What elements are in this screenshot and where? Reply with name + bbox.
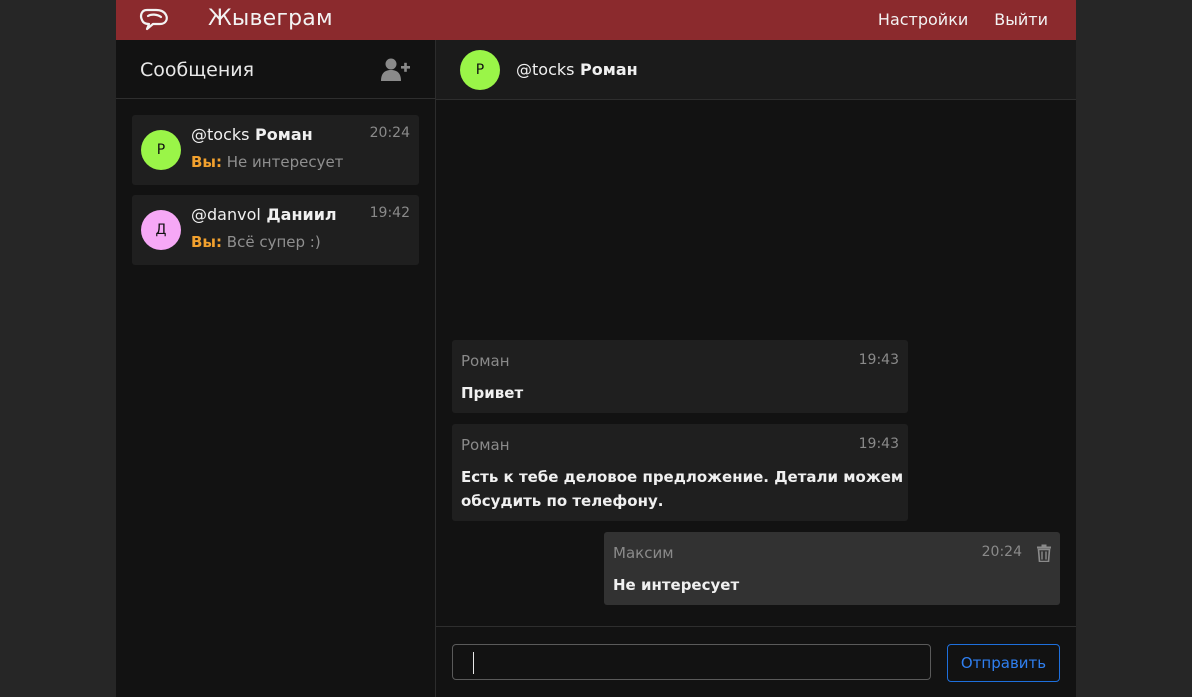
logo-icon <box>139 8 168 31</box>
settings-link[interactable]: Настройки <box>878 10 968 29</box>
top-nav: Настройки Выйти <box>878 10 1048 29</box>
preview-text: Не интересует <box>226 153 344 171</box>
conversation-name: Роман <box>580 60 638 79</box>
message-time: 19:43 <box>858 352 899 368</box>
message-composer: Отправить <box>436 626 1076 697</box>
message-text-line-2: обсудить по телефону. <box>461 492 664 510</box>
chat-name: @tocks Роман <box>191 125 313 144</box>
conversation-pane: Р @tocks Роман Роман 19:43 Привет Роман … <box>436 40 1076 697</box>
you-label: Вы: <box>191 153 222 171</box>
message-bubble: Роман 19:43 Привет <box>452 340 908 413</box>
message-author: Роман <box>461 436 510 454</box>
conversation-handle: @tocks <box>516 60 575 79</box>
logout-link[interactable]: Выйти <box>994 10 1048 29</box>
message-time: 20:24 <box>981 544 1022 560</box>
chat-display-name: Роман <box>255 125 313 144</box>
trash-icon[interactable] <box>1036 544 1052 562</box>
chat-preview: Вы: Всё супер :) <box>191 233 321 251</box>
message-text: Привет <box>461 384 524 402</box>
conversation-avatar: Р <box>460 50 500 90</box>
message-input[interactable] <box>452 644 931 680</box>
top-bar: Жывеграм Настройки Выйти <box>116 0 1076 40</box>
chat-handle: @danvol <box>191 205 261 224</box>
chat-sidebar: Сообщения Р @tocks Роман 20:24 Вы: Не ин… <box>116 40 436 697</box>
message-author: Максим <box>613 544 674 562</box>
chat-name: @danvol Даниил <box>191 205 337 224</box>
chat-time: 19:42 <box>369 205 410 221</box>
message-text-line-1: Есть к тебе деловое предложение. Детали … <box>461 468 904 486</box>
message-list: Роман 19:43 Привет Роман 19:43 Есть к те… <box>436 100 1076 626</box>
conversation-header: Р @tocks Роман <box>436 40 1076 100</box>
chat-time: 20:24 <box>369 125 410 141</box>
preview-text: Всё супер :) <box>226 233 321 251</box>
send-button[interactable]: Отправить <box>947 644 1060 682</box>
add-user-button[interactable] <box>381 57 411 83</box>
chat-handle: @tocks <box>191 125 250 144</box>
message-bubble: Роман 19:43 Есть к тебе деловое предложе… <box>452 424 908 521</box>
add-user-icon <box>381 58 410 81</box>
chat-item-tocks[interactable]: Р @tocks Роман 20:24 Вы: Не интересует <box>132 115 419 185</box>
message-time: 19:43 <box>858 436 899 452</box>
conversation-title: @tocks Роман <box>516 60 638 79</box>
sidebar-header: Сообщения <box>116 40 435 99</box>
chat-list: Р @tocks Роман 20:24 Вы: Не интересует Д… <box>116 99 435 265</box>
avatar: Д <box>141 210 181 250</box>
chat-item-danvol[interactable]: Д @danvol Даниил 19:42 Вы: Всё супер :) <box>132 195 419 265</box>
text-caret <box>473 652 474 674</box>
sidebar-title: Сообщения <box>140 59 255 81</box>
message-author: Роман <box>461 352 510 370</box>
message-text: Не интересует <box>613 576 740 594</box>
avatar: Р <box>141 130 181 170</box>
brand-title: Жывеграм <box>208 6 333 31</box>
you-label: Вы: <box>191 233 222 251</box>
app-window: Жывеграм Настройки Выйти Сообщения Р @to… <box>116 0 1076 697</box>
chat-display-name: Даниил <box>266 205 337 224</box>
message-bubble-own: Максим 20:24 Не интересует <box>604 532 1060 605</box>
chat-preview: Вы: Не интересует <box>191 153 343 171</box>
